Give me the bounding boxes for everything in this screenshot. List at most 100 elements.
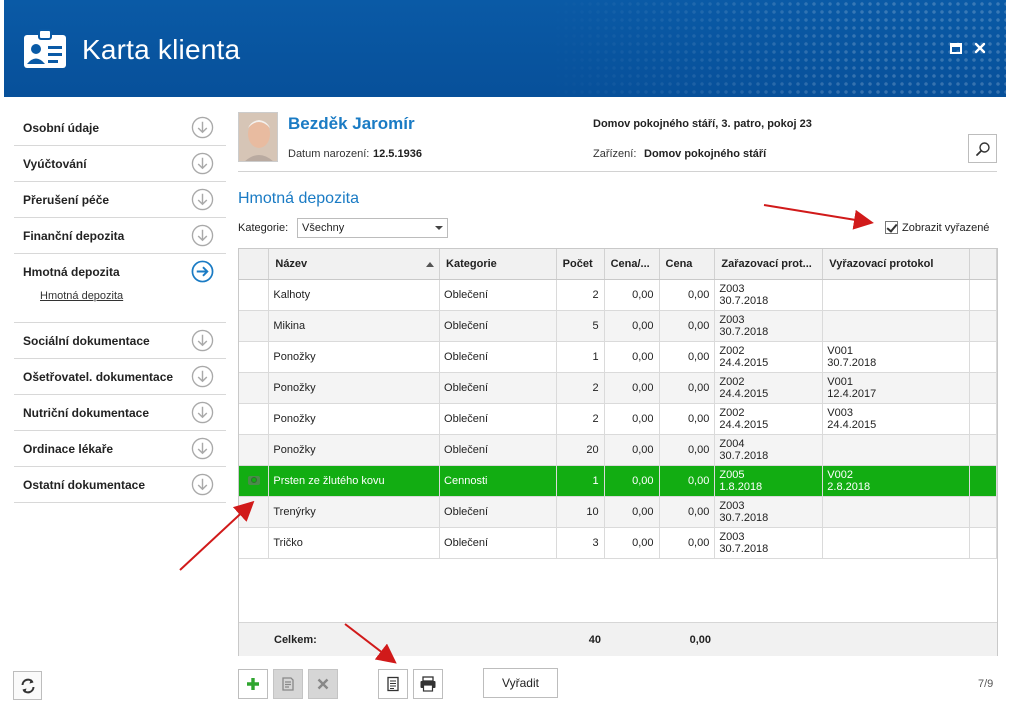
table-row[interactable]: Kalhoty Oblečení 2 0,00 0,00 Z003 30.7.2018: [239, 279, 997, 311]
row-indicator[interactable]: [239, 310, 270, 342]
table-row[interactable]: Ponožky Oblečení 1 0,00 0,00 Z002 24.4.2015 V00…: [239, 341, 997, 373]
sidebar-item-doctor-office[interactable]: Ordinace lékaře: [14, 431, 226, 467]
column-header-unit-price[interactable]: Cena/...: [604, 249, 660, 280]
annotation-arrow: [763, 204, 874, 230]
delete-button[interactable]: [308, 669, 338, 699]
cell-removal-protocol: V001 12.4.2017: [822, 372, 971, 404]
deposits-table: Název Kategorie Počet Cena/... Cena Zařa…: [238, 248, 998, 656]
circle-arrow-right-icon: [191, 260, 214, 283]
add-button[interactable]: [238, 669, 268, 699]
protocol-number: Z003: [719, 283, 745, 295]
row-indicator[interactable]: [239, 341, 270, 373]
window-title: Karta klienta: [82, 34, 241, 65]
row-indicator[interactable]: [239, 372, 270, 404]
category-select[interactable]: Všechny: [297, 218, 448, 238]
cell-filler: [969, 310, 997, 342]
cell-removal-protocol: [822, 527, 971, 559]
chevron-down-icon: [435, 226, 443, 230]
cell-price: 0,00: [659, 403, 716, 435]
sidebar-item-label: Ošetřovatel. dokumentace: [23, 369, 174, 384]
column-header-label: Kategorie: [446, 257, 497, 270]
cell-price: 0,00: [659, 279, 716, 311]
document-button[interactable]: [378, 669, 408, 699]
row-indicator[interactable]: [239, 465, 270, 497]
sidebar: Osobní údaje Vyúčtování Přerušení péče F…: [14, 110, 226, 503]
circle-arrow-down-icon: [191, 401, 214, 424]
protocol-date: 24.4.2015: [719, 357, 769, 369]
circle-arrow-down-icon: [191, 152, 214, 175]
sidebar-item-other-docs[interactable]: Ostatní dokumentace: [14, 467, 226, 503]
table-row[interactable]: Ponožky Oblečení 2 0,00 0,00 Z002 24.4.2015 V00…: [239, 372, 997, 404]
column-filler: [969, 249, 997, 280]
table-footer: Celkem: 40 0,00: [239, 622, 997, 656]
refresh-icon: [21, 678, 34, 693]
protocol-date: 30.7.2018: [719, 512, 769, 524]
cell-name: Prsten ze žlutého kovu: [268, 465, 441, 497]
sidebar-item-label: Ostatní dokumentace: [23, 477, 146, 492]
cell-unit-price: 0,00: [604, 279, 660, 311]
client-card-icon: [24, 29, 66, 68]
footer-total-price: 0,00: [689, 634, 711, 646]
sidebar-item-nursing-docs[interactable]: Ošetřovatel. dokumentace: [14, 359, 226, 395]
cell-filler: [969, 527, 997, 559]
row-indicator[interactable]: [239, 527, 270, 559]
cell-unit-price: 0,00: [604, 372, 660, 404]
column-header-category[interactable]: Kategorie: [439, 249, 557, 280]
column-header-count[interactable]: Počet: [556, 249, 605, 280]
sidebar-item-personal[interactable]: Osobní údaje: [14, 110, 226, 146]
maximize-icon[interactable]: [948, 40, 964, 56]
edit-button[interactable]: [273, 669, 303, 699]
cell-name: Ponožky: [268, 341, 441, 373]
circle-arrow-down-icon: [191, 116, 214, 139]
row-indicator[interactable]: [239, 403, 270, 435]
checkbox-checked-icon[interactable]: [885, 221, 898, 234]
column-header-price[interactable]: Cena: [659, 249, 716, 280]
cell-filler: [969, 434, 997, 466]
cell-category: Oblečení: [439, 310, 557, 342]
row-indicator[interactable]: [239, 434, 270, 466]
cell-count: 1: [556, 465, 605, 497]
protocol-date: 24.4.2015: [719, 419, 769, 431]
table-row[interactable]: Trenýrky Oblečení 10 0,00 0,00 Z003 30.7.2018: [239, 496, 997, 528]
table-row[interactable]: Ponožky Oblečení 2 0,00 0,00 Z002 24.4.2015 V00…: [239, 403, 997, 435]
table-row[interactable]: Ponožky Oblečení 20 0,00 0,00 Z004 30.7.2018: [239, 434, 997, 466]
protocol-number: V001: [827, 345, 853, 357]
protocol-number: Z004: [719, 438, 745, 450]
table-header-row: Název Kategorie Počet Cena/... Cena Zařa…: [239, 249, 997, 280]
cell-name: Mikina: [268, 310, 441, 342]
cell-inclusion-protocol: Z002 24.4.2015: [714, 403, 824, 435]
table-row[interactable]: Mikina Oblečení 5 0,00 0,00 Z003 30.7.2018: [239, 310, 997, 342]
show-removed-checkbox[interactable]: Zobrazit vyřazené: [885, 221, 989, 234]
document-icon: [387, 676, 399, 692]
footer-total-label: Celkem:: [274, 634, 317, 646]
column-header-label: Vyřazovací protokol: [829, 257, 934, 270]
row-indicator[interactable]: [239, 496, 270, 528]
sidebar-item-label: Ordinace lékaře: [23, 441, 114, 456]
protocol-date: 30.7.2018: [719, 326, 769, 338]
row-indicator[interactable]: [239, 279, 270, 311]
sidebar-item-social-docs[interactable]: Sociální dokumentace: [14, 323, 226, 359]
column-header-label: Počet: [562, 257, 593, 270]
print-button[interactable]: [413, 669, 443, 699]
sort-ascending-icon: [426, 262, 435, 267]
cell-category: Oblečení: [439, 341, 557, 373]
sidebar-item-care-interruption[interactable]: Přerušení péče: [14, 182, 226, 218]
close-icon[interactable]: [972, 40, 988, 56]
search-button[interactable]: [968, 134, 997, 163]
edit-icon: [282, 677, 294, 691]
cell-unit-price: 0,00: [604, 527, 660, 559]
sidebar-subitem-material-deposits[interactable]: Hmotná depozita: [14, 290, 226, 323]
remove-item-button[interactable]: Vyřadit: [483, 668, 558, 698]
protocol-date: 2.8.2018: [827, 481, 871, 493]
sidebar-item-financial-deposits[interactable]: Finanční depozita: [14, 218, 226, 254]
column-header-name[interactable]: Název: [268, 249, 441, 280]
refresh-button[interactable]: [13, 671, 42, 700]
column-header-inclusion-protocol[interactable]: Zařazovací prot...: [714, 249, 824, 280]
sidebar-item-nutrition-docs[interactable]: Nutriční dokumentace: [14, 395, 226, 431]
sidebar-item-billing[interactable]: Vyúčtování: [14, 146, 226, 182]
cell-category: Oblečení: [439, 372, 557, 404]
sidebar-item-material-deposits[interactable]: Hmotná depozita: [14, 254, 226, 290]
column-header-removal-protocol[interactable]: Vyřazovací protokol: [822, 249, 971, 280]
table-row[interactable]: Tričko Oblečení 3 0,00 0,00 Z003 30.7.2018: [239, 527, 997, 559]
table-row[interactable]: Prsten ze žlutého kovu Cennosti 1 0,00 0,00 Z…: [239, 465, 997, 497]
